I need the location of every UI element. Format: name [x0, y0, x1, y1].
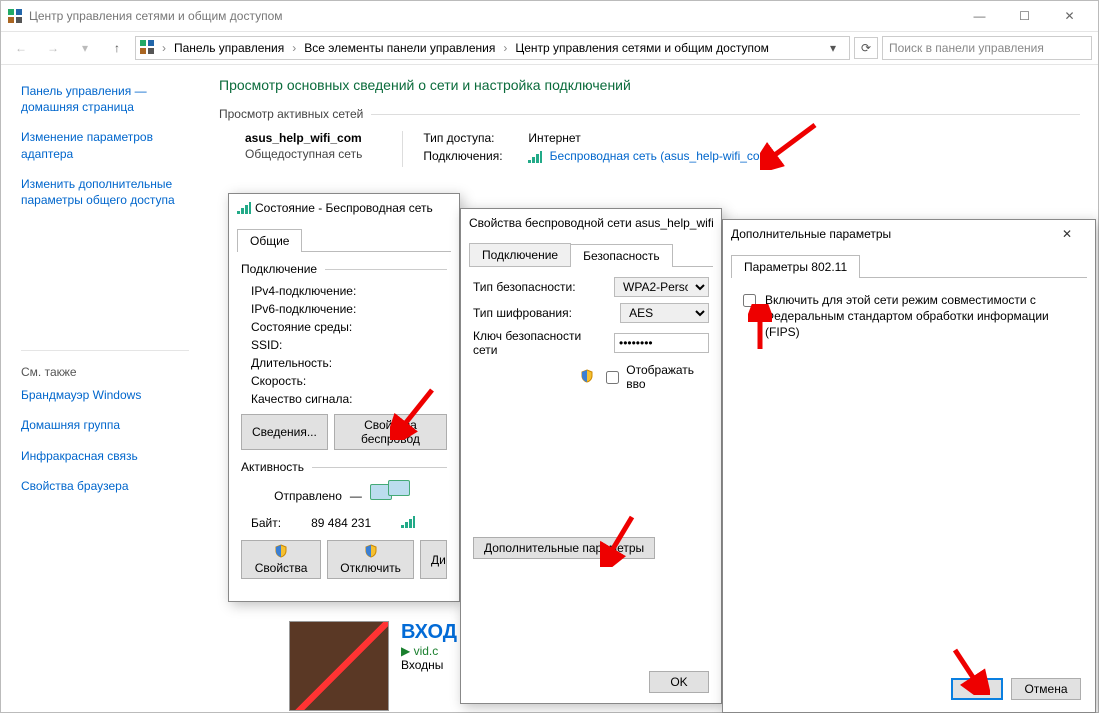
shield-icon	[580, 369, 594, 383]
label-bytes: Байт:	[251, 516, 281, 530]
section-title: Просмотр активных сетей	[219, 107, 363, 121]
label-sent: Отправлено	[274, 489, 342, 503]
label-ipv4: IPv4-подключение:	[251, 282, 447, 300]
breadcrumb-chevron[interactable]: ›	[499, 41, 511, 55]
refresh-button[interactable]: ⟳	[854, 37, 878, 59]
label-connections: Подключения:	[423, 149, 518, 163]
sidebar-link-sharing[interactable]: Изменить дополнительные параметры общего…	[21, 176, 189, 208]
ok-button[interactable]: ОК	[951, 678, 1003, 700]
breadcrumb-1[interactable]: Панель управления	[174, 41, 284, 55]
network-center-icon	[140, 40, 154, 57]
dialog-status-title: Состояние - Беспроводная сеть	[255, 201, 451, 215]
wifi-signal-icon	[401, 516, 415, 528]
tab-security[interactable]: Безопасность	[570, 244, 673, 267]
up-button[interactable]: ↑	[103, 34, 131, 62]
diagnose-button[interactable]: Ди	[420, 540, 447, 579]
ad-text: Входны	[401, 658, 457, 672]
cancel-button[interactable]: Отмена	[1011, 678, 1081, 700]
group-connection: Подключение	[241, 262, 317, 276]
group-activity: Активность	[241, 460, 304, 474]
dialog-wifi-title: Свойства беспроводной сети asus_help_wif…	[469, 216, 713, 230]
ad-icon: ▶	[401, 644, 410, 658]
ad-image[interactable]	[289, 621, 389, 711]
minimize-button[interactable]: —	[957, 1, 1002, 31]
titlebar: Центр управления сетями и общим доступом…	[1, 1, 1098, 31]
shield-icon	[274, 544, 288, 558]
label-security-type: Тип безопасности:	[473, 280, 606, 294]
dialog-status: Состояние - Беспроводная сеть Общие Подк…	[228, 193, 460, 602]
show-chars-checkbox[interactable]: Отображать вво	[602, 363, 709, 391]
page-heading: Просмотр основных сведений о сети и наст…	[219, 77, 1080, 93]
sidebar-link-browser[interactable]: Свойства браузера	[21, 478, 189, 494]
encryption-select[interactable]: AES	[620, 303, 709, 323]
security-key-input[interactable]	[614, 333, 709, 353]
label-security-key: Ключ безопасности сети	[473, 329, 606, 357]
close-button[interactable]: ✕	[1047, 1, 1092, 31]
nav-toolbar: ← → ▾ ↑ › Панель управления › Все элемен…	[1, 31, 1098, 65]
shield-icon	[364, 544, 378, 558]
tab-connection[interactable]: Подключение	[469, 243, 571, 266]
sidebar-link-irda[interactable]: Инфракрасная связь	[21, 448, 189, 464]
forward-button[interactable]: →	[39, 34, 67, 62]
label-speed: Скорость:	[251, 372, 447, 390]
wifi-properties-button[interactable]: Свойства беспровод	[334, 414, 447, 450]
label-ssid: SSID:	[251, 336, 447, 354]
network-name: asus_help_wifi_com	[245, 131, 362, 145]
disable-button[interactable]: Отключить	[327, 540, 414, 579]
breadcrumb-2[interactable]: Все элементы панели управления	[304, 41, 495, 55]
breadcrumb-chevron[interactable]: ›	[288, 41, 300, 55]
dialog-advanced: Дополнительные параметры ✕ Параметры 802…	[722, 219, 1096, 713]
network-center-icon	[7, 8, 23, 24]
wifi-signal-icon	[237, 202, 251, 214]
label-encryption: Тип шифрования:	[473, 306, 612, 320]
sidebar-link-firewall[interactable]: Брандмауэр Windows	[21, 387, 189, 403]
bytes-sent-value: 89 484 231	[311, 516, 371, 530]
properties-button[interactable]: Свойства	[241, 540, 321, 579]
advanced-params-button[interactable]: Дополнительные параметры	[473, 537, 655, 559]
label-duration: Длительность:	[251, 354, 447, 372]
maximize-button[interactable]: ☐	[1002, 1, 1047, 31]
sidebar-see-also: См. также	[21, 365, 189, 379]
breadcrumb-3[interactable]: Центр управления сетями и общим доступом	[515, 41, 769, 55]
label-media: Состояние среды:	[251, 318, 447, 336]
details-button[interactable]: Сведения...	[241, 414, 328, 450]
fips-checkbox[interactable]: Включить для этой сети режим совместимос…	[739, 292, 1079, 341]
ad-title[interactable]: ВХОД	[401, 621, 457, 644]
security-type-select[interactable]: WPA2-Personal	[614, 277, 709, 297]
label-access-type: Тип доступа:	[423, 131, 518, 145]
sidebar-link-adapter[interactable]: Изменение параметров адаптера	[21, 129, 189, 161]
sidebar-link-home[interactable]: Панель управления — домашняя страница	[21, 83, 189, 115]
label-quality: Качество сигнала:	[251, 390, 447, 408]
tab-80211[interactable]: Параметры 802.11	[731, 255, 860, 278]
address-bar[interactable]: › Панель управления › Все элементы панел…	[135, 36, 850, 60]
label-ipv6: IPv6-подключение:	[251, 300, 447, 318]
tab-general[interactable]: Общие	[237, 229, 302, 252]
wifi-signal-icon	[528, 151, 542, 163]
close-button[interactable]: ✕	[1047, 227, 1087, 241]
address-dropdown[interactable]: ▾	[821, 37, 845, 59]
dialog-advanced-title: Дополнительные параметры	[731, 227, 1047, 241]
recent-dropdown[interactable]: ▾	[71, 34, 99, 62]
sidebar-link-homegroup[interactable]: Домашняя группа	[21, 417, 189, 433]
breadcrumb-chevron[interactable]: ›	[158, 41, 170, 55]
search-placeholder: Поиск в панели управления	[889, 41, 1044, 55]
ok-button[interactable]: OK	[649, 671, 709, 693]
back-button[interactable]: ←	[7, 34, 35, 62]
activity-icon	[370, 480, 414, 512]
dialog-wifi-properties: Свойства беспроводной сети asus_help_wif…	[460, 208, 722, 704]
value-access-type: Интернет	[528, 131, 580, 145]
search-input[interactable]: Поиск в панели управления	[882, 36, 1092, 60]
sidebar: Панель управления — домашняя страница Из…	[1, 65, 201, 712]
window-title: Центр управления сетями и общим доступом	[29, 9, 957, 23]
ad-domain: vid.c	[414, 644, 439, 658]
connection-link[interactable]: Беспроводная сеть (asus_help-wifi_com)	[550, 149, 774, 163]
network-type: Общедоступная сеть	[245, 147, 362, 161]
